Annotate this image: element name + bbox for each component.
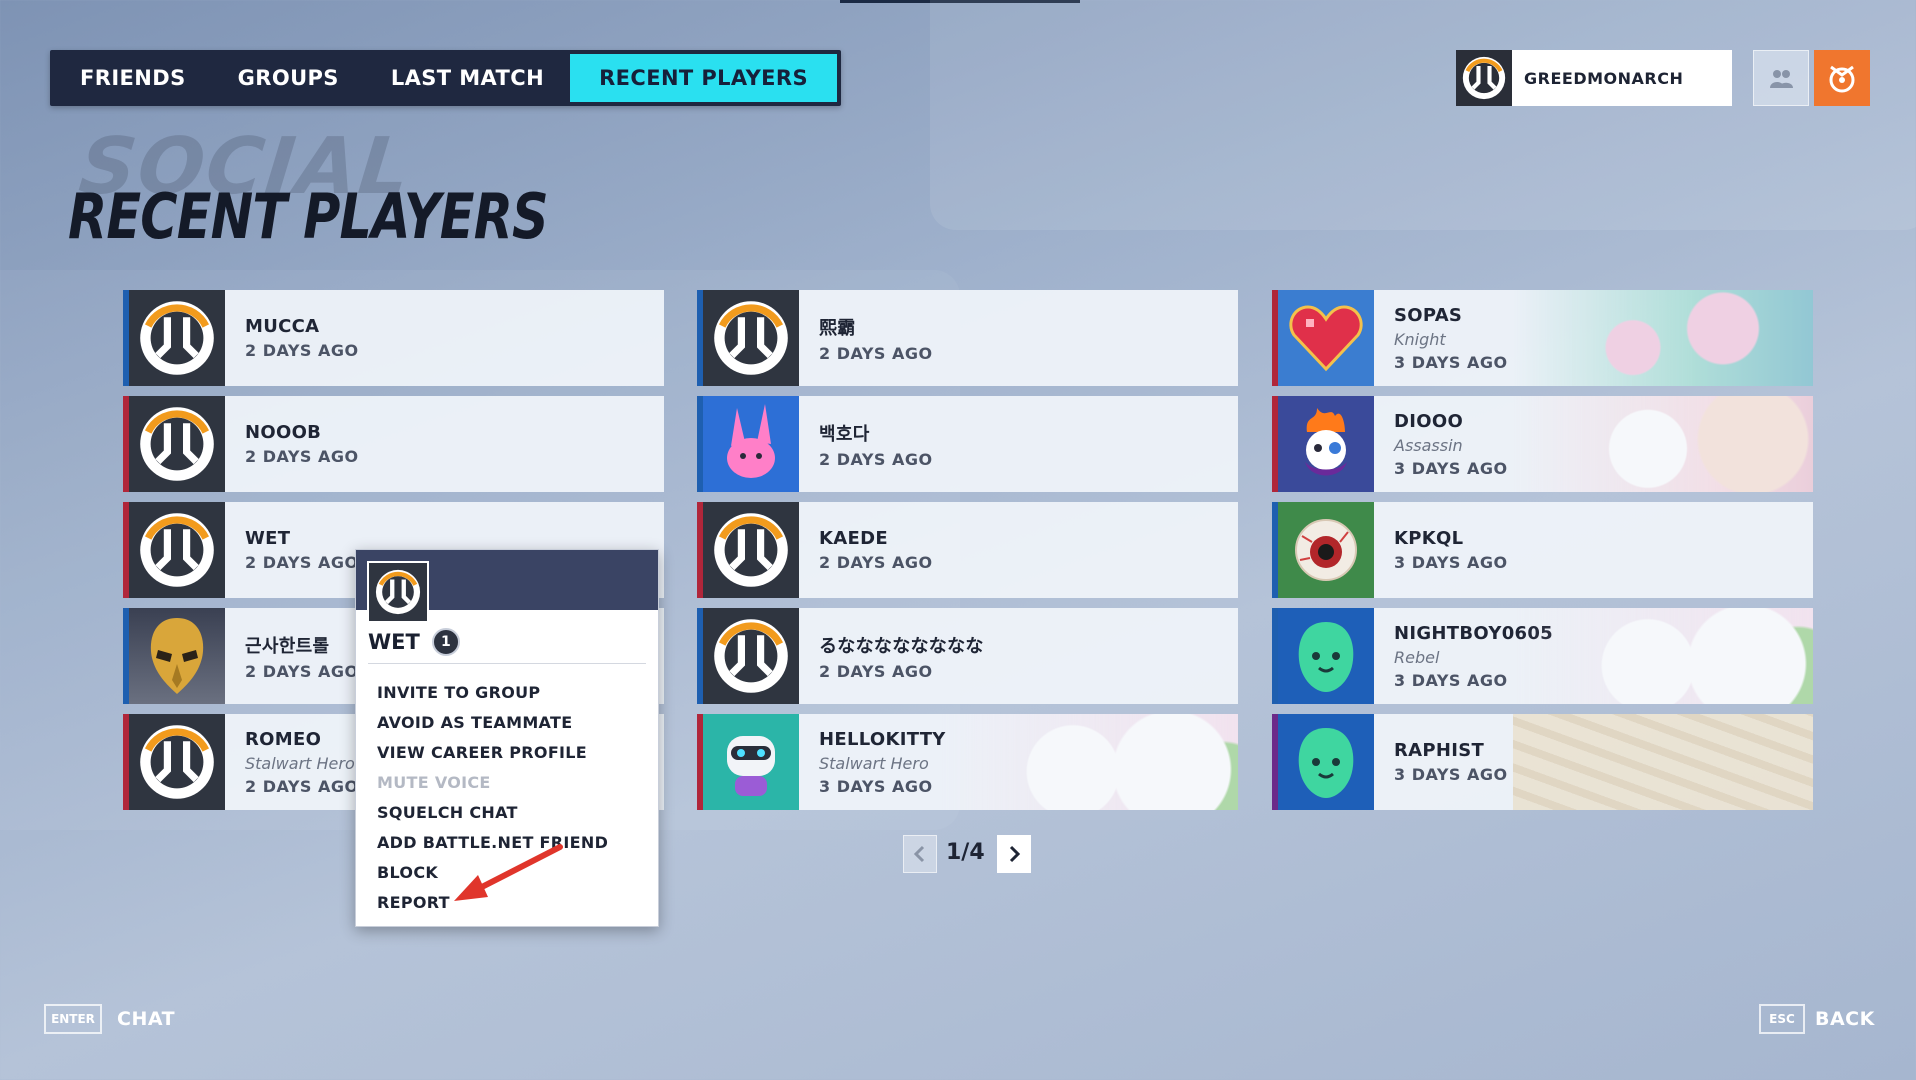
player-profile[interactable]: GREEDMONARCH [1456,50,1732,106]
overwatch-menu-icon [1829,65,1855,93]
player-card[interactable]: MUCCA 2 DAYS AGO [123,290,664,386]
player-card[interactable]: DIOOO Assassin 3 DAYS AGO [1272,396,1813,492]
overwatch-logo-icon [703,502,799,598]
player-name: ROMEO [245,728,322,750]
player-title: Stalwart Hero [245,753,355,773]
player-name: NOOOB [245,422,322,443]
player-title: Knight [1394,329,1446,349]
overwatch-logo-icon [703,608,799,704]
player-card[interactable]: 백호다 2 DAYS AGO [697,396,1238,492]
player-card[interactable]: KPKQL 3 DAYS AGO [1272,502,1813,598]
last-seen: 2 DAYS AGO [819,449,933,469]
overwatch-logo-icon [1456,50,1512,106]
pachimari-banner [1513,608,1813,704]
player-name: WET [245,528,291,549]
last-seen: 2 DAYS AGO [245,447,359,466]
last-seen: 3 DAYS AGO [1394,553,1508,572]
tab-groups[interactable]: GROUPS [212,50,365,106]
menu-item-avoid-as-teammate[interactable]: AVOID AS TEAMMATE [377,708,608,738]
player-card[interactable]: SOPAS Knight 3 DAYS AGO [1272,290,1813,386]
last-seen: 2 DAYS AGO [819,343,933,363]
pixel-heart-icon [1278,290,1374,386]
raccoon-robot-icon [703,714,799,810]
page-indicator: 1/4 [946,840,985,865]
player-name: HELLOKITTY [819,728,946,750]
player-name: 熙霸 [819,317,856,339]
player-name: 근사한트롤 [245,635,330,657]
overwatch-logo-icon [703,290,799,386]
gold-mask-icon [129,608,225,704]
profile-name: GREEDMONARCH [1524,68,1684,88]
last-seen: 2 DAYS AGO [245,661,359,681]
group-button[interactable] [1753,50,1809,106]
next-page-button[interactable] [997,835,1031,873]
previous-page-button[interactable] [903,835,937,873]
pachimari-banner [938,714,1238,810]
green-ghost-icon [1278,714,1374,810]
last-seen: 3 DAYS AGO [1394,352,1508,372]
last-seen: 2 DAYS AGO [245,341,359,360]
player-name: SOPAS [1394,304,1463,326]
overwatch-logo-icon [367,561,429,623]
player-name: RAPHIST [1394,740,1485,761]
player-card[interactable]: NIGHTBOY0605 Rebel 3 DAYS AGO [1272,608,1813,704]
player-card[interactable]: NOOOB 2 DAYS AGO [123,396,664,492]
tab-bar: FRIENDS GROUPS LAST MATCH RECENT PLAYERS [50,50,842,106]
last-seen: 3 DAYS AGO [1394,765,1508,784]
player-card[interactable]: RAPHIST 3 DAYS AGO [1272,714,1813,810]
background-panel [930,0,1916,230]
chevron-left-icon [913,845,925,863]
enter-key: ENTER [44,1004,102,1034]
player-name: KPKQL [1394,528,1464,549]
player-title: Stalwart Hero [819,753,929,773]
tab-last-match[interactable]: LAST MATCH [365,50,570,106]
menu-item-mute-voice: MUTE VOICE [377,773,491,792]
player-card[interactable]: るなななななななな 2 DAYS AGO [697,608,1238,704]
player-card[interactable]: 熙霸 2 DAYS AGO [697,290,1238,386]
last-seen: 2 DAYS AGO [819,553,933,572]
context-menu-name-text: WET [368,630,420,654]
chat-button[interactable]: CHAT [117,1008,175,1030]
page-title: RECENT PLAYERS [68,180,549,253]
player-name: るなななななななな [819,635,984,657]
green-ghost-icon [1278,608,1374,704]
last-seen: 2 DAYS AGO [819,661,933,681]
eyeball-icon [1278,502,1374,598]
overwatch-logo-icon [129,396,225,492]
menu-item-squelch-chat[interactable]: SQUELCH CHAT [377,798,608,828]
player-name: MUCCA [245,316,320,337]
esc-key: ESC [1759,1004,1805,1034]
ocean-banner [1513,290,1813,386]
player-name: KAEDE [819,528,888,549]
menu-item-view-career-profile[interactable]: VIEW CAREER PROFILE [377,738,608,768]
player-card[interactable]: HELLOKITTY Stalwart Hero 3 DAYS AGO [697,714,1238,810]
overwatch-logo-icon [129,502,225,598]
flame-clown-icon [1278,396,1374,492]
paw-banner [1513,396,1813,492]
group-icon [1770,70,1793,88]
pink-bunny-icon [703,396,799,492]
player-name: 백호다 [819,423,870,445]
annotation-arrow-icon [454,844,563,901]
last-seen: 3 DAYS AGO [1394,458,1508,478]
player-card[interactable]: KAEDE 2 DAYS AGO [697,502,1238,598]
chevron-right-icon [1009,845,1021,863]
player-title: Assassin [1394,435,1463,455]
last-seen: 3 DAYS AGO [819,776,933,796]
last-seen: 2 DAYS AGO [245,553,359,572]
wanted-poster-banner [1513,714,1813,810]
tab-recent-players[interactable]: RECENT PLAYERS [570,54,838,102]
back-button[interactable]: BACK [1815,1008,1875,1030]
context-menu-player-name: WET 1 [368,628,460,656]
overwatch-logo-icon [129,290,225,386]
overwatch-logo-icon [129,714,225,810]
player-name: DIOOO [1394,410,1464,432]
tab-friends[interactable]: FRIENDS [54,50,212,106]
menu-divider [368,663,646,664]
last-seen: 2 DAYS AGO [245,776,359,796]
menu-item-invite-to-group[interactable]: INVITE TO GROUP [377,678,608,708]
overwatch-menu-button[interactable] [1814,50,1870,106]
endorsement-badge: 1 [431,628,460,656]
